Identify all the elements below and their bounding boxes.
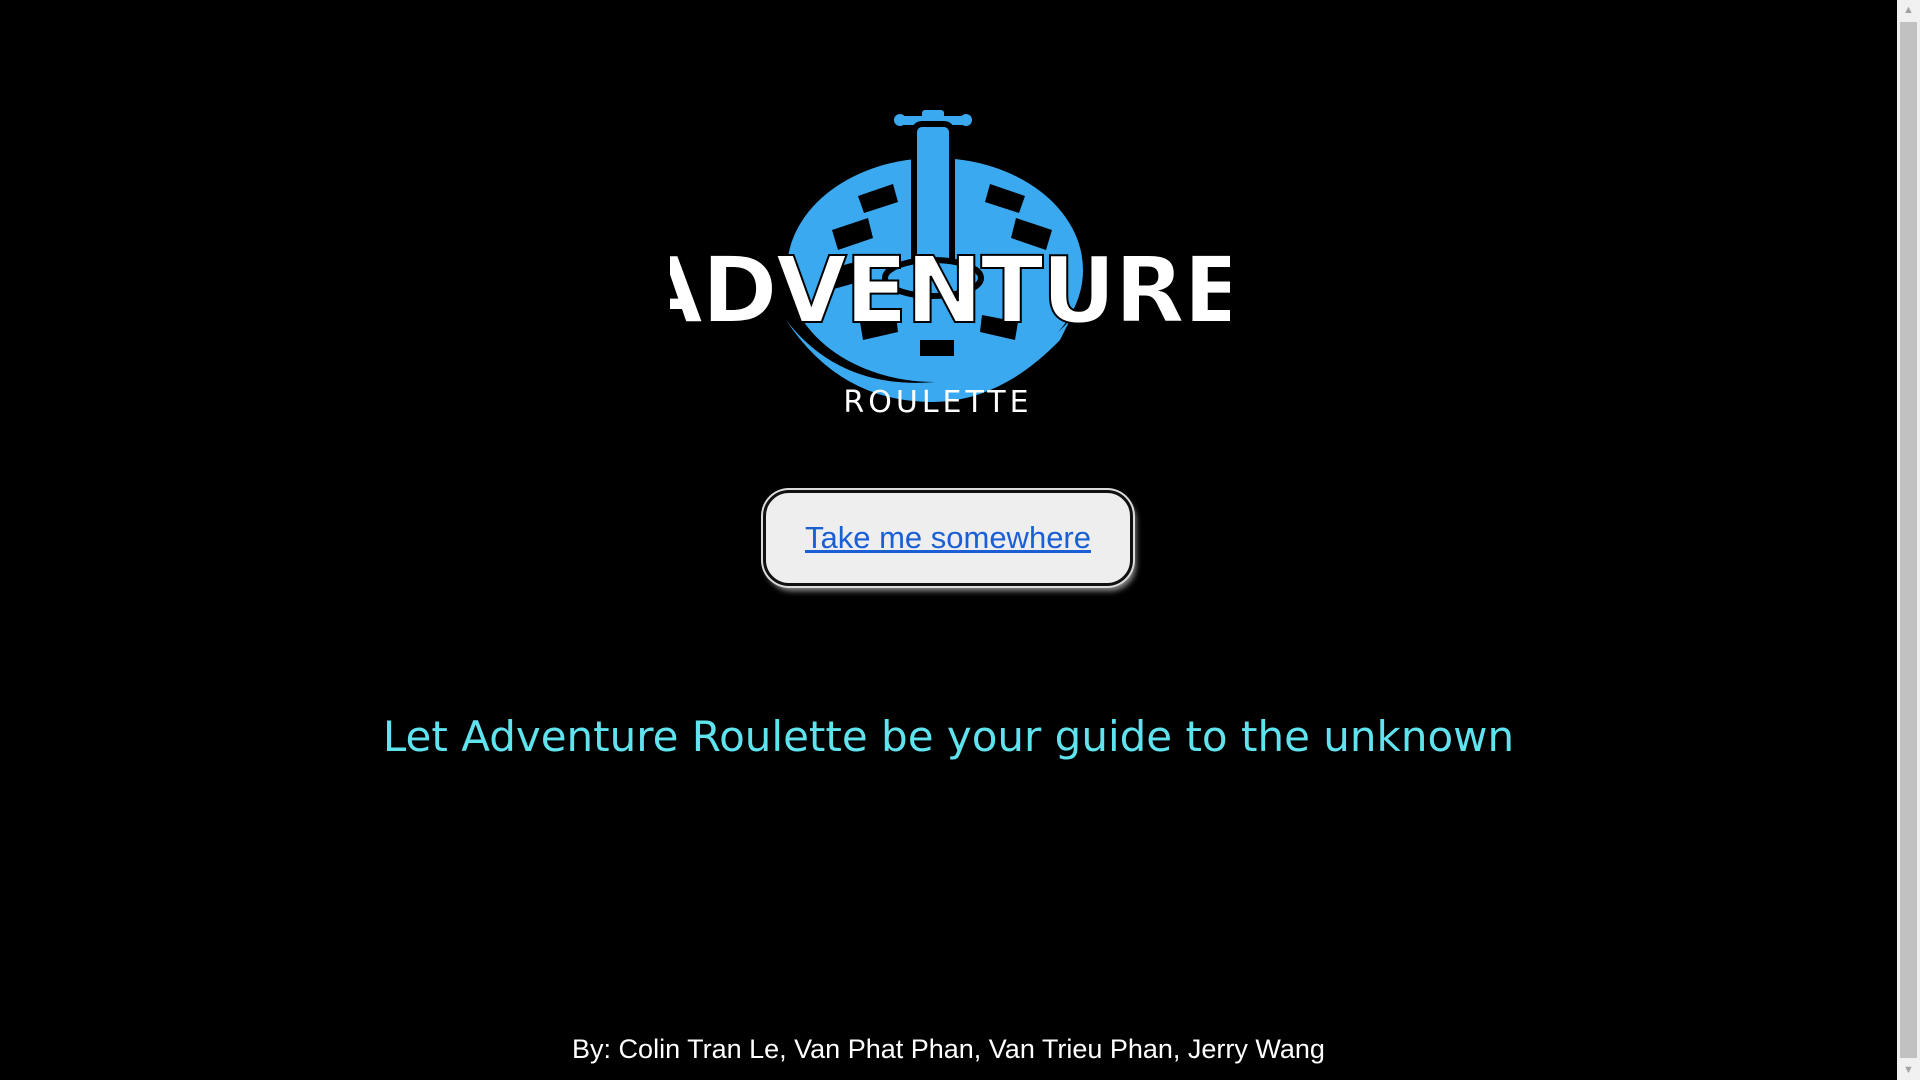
scroll-up-arrow-icon[interactable]: ▲ xyxy=(1897,0,1920,20)
page: ADVENTURE ROULETTE Take me somewhere Let… xyxy=(0,0,1920,1080)
logo-wordmark: ADVENTURE xyxy=(670,237,1230,344)
take-me-somewhere-link[interactable]: Take me somewhere xyxy=(805,520,1091,556)
credits: By: Colin Tran Le, Van Phat Phan, Van Tr… xyxy=(572,1034,1325,1064)
roulette-wheel-icon: ADVENTURE ROULETTE xyxy=(670,110,1230,420)
viewport: ADVENTURE ROULETTE Take me somewhere Let… xyxy=(0,0,1897,1080)
logo-subtitle: ROULETTE xyxy=(843,385,1032,420)
adventure-roulette-logo: ADVENTURE ROULETTE xyxy=(670,110,1230,430)
take-me-somewhere-button[interactable]: Take me somewhere xyxy=(763,490,1133,586)
scroll-down-arrow-icon[interactable]: ▼ xyxy=(1897,1060,1920,1080)
scroll-thumb[interactable] xyxy=(1900,22,1917,1058)
tagline: Let Adventure Roulette be your guide to … xyxy=(382,712,1515,761)
vertical-scrollbar[interactable]: ▲ ▼ xyxy=(1897,0,1920,1080)
